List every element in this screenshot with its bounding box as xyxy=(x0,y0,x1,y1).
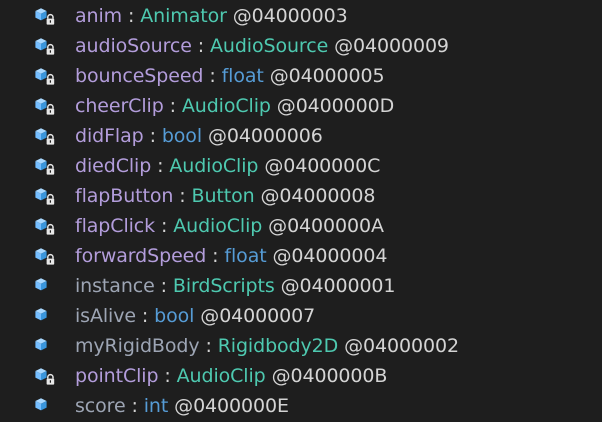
field-public-icon xyxy=(34,336,58,356)
field-private-icon xyxy=(34,96,58,116)
metadata-token: @04000005 xyxy=(263,65,385,87)
field-row-bounceSpeed[interactable]: bounceSpeed : float @04000005 xyxy=(0,61,602,91)
metadata-token: @04000002 xyxy=(338,335,459,357)
field-row-flapClick[interactable]: flapClick : AudioClip @0400000A xyxy=(0,211,602,241)
field-signature: instance : BirdScripts @04000001 xyxy=(75,271,396,301)
metadata-token: @0400000E xyxy=(168,395,289,417)
metadata-token: @04000008 xyxy=(254,185,376,207)
field-signature: score : int @0400000E xyxy=(75,391,289,421)
field-row-anim[interactable]: anim : Animator @04000003 xyxy=(0,1,602,31)
field-private-icon xyxy=(34,366,58,386)
field-private-icon xyxy=(34,246,58,266)
type-separator: : xyxy=(135,305,155,327)
field-name: isAlive xyxy=(75,305,136,327)
field-type: AudioClip xyxy=(176,365,266,387)
field-type: int xyxy=(143,395,169,417)
type-separator: : xyxy=(163,95,182,117)
type-separator: : xyxy=(173,185,192,207)
field-row-instance[interactable]: instance : BirdScripts @04000001 xyxy=(0,271,602,301)
field-type: AudioClip xyxy=(181,95,271,117)
field-type: float xyxy=(221,65,264,87)
type-separator: : xyxy=(122,5,141,27)
field-signature: didFlap : bool @04000006 xyxy=(75,121,323,151)
field-row-flapButton[interactable]: flapButton : Button @04000008 xyxy=(0,181,602,211)
type-separator: : xyxy=(143,125,162,147)
field-type: BirdScripts xyxy=(172,275,275,297)
field-signature: myRigidBody : Rigidbody2D @04000002 xyxy=(75,331,459,361)
type-separator: : xyxy=(203,65,222,87)
field-private-icon xyxy=(34,66,58,86)
field-row-forwardSpeed[interactable]: forwardSpeed : float @04000004 xyxy=(0,241,602,271)
field-name: instance xyxy=(75,275,155,297)
field-row-audioSource[interactable]: audioSource : AudioSource @04000009 xyxy=(0,31,602,61)
metadata-token: @0400000A xyxy=(262,215,384,237)
field-row-didFlap[interactable]: didFlap : bool @04000006 xyxy=(0,121,602,151)
field-row-diedClip[interactable]: diedClip : AudioClip @0400000C xyxy=(0,151,602,181)
field-type: bool xyxy=(161,125,203,147)
field-row-pointClip[interactable]: pointClip : AudioClip @0400000B xyxy=(0,361,602,391)
metadata-token: @04000006 xyxy=(202,125,323,147)
field-name: diedClip xyxy=(75,155,152,177)
type-separator: : xyxy=(154,275,173,297)
field-signature: audioSource : AudioSource @04000009 xyxy=(75,31,449,61)
field-name: anim xyxy=(75,5,123,27)
metadata-token: @0400000B xyxy=(265,365,388,387)
type-separator: : xyxy=(151,155,170,177)
metadata-token: @0400000C xyxy=(258,155,381,177)
field-type: AudioClip xyxy=(173,215,263,237)
field-type: Rigidbody2D xyxy=(217,335,339,357)
field-private-icon xyxy=(34,6,58,26)
field-name: flapClick xyxy=(75,215,156,237)
metadata-token: @0400000D xyxy=(270,95,395,117)
field-name: score xyxy=(75,395,126,417)
field-signature: flapButton : Button @04000008 xyxy=(75,181,375,211)
field-private-icon xyxy=(34,156,58,176)
field-signature: bounceSpeed : float @04000005 xyxy=(75,61,385,91)
type-separator: : xyxy=(191,35,210,57)
type-separator: : xyxy=(158,365,177,387)
field-row-cheerClip[interactable]: cheerClip : AudioClip @0400000D xyxy=(0,91,602,121)
field-public-icon xyxy=(34,306,58,326)
field-name: pointClip xyxy=(75,365,159,387)
field-signature: isAlive : bool @04000007 xyxy=(75,301,315,331)
metadata-token: @04000004 xyxy=(266,245,388,267)
field-row-myRigidBody[interactable]: myRigidBody : Rigidbody2D @04000002 xyxy=(0,331,602,361)
field-name: audioSource xyxy=(75,35,192,57)
field-type: float xyxy=(224,245,267,267)
field-signature: flapClick : AudioClip @0400000A xyxy=(75,211,384,241)
field-list: anim : Animator @04000003 audioSource : A… xyxy=(0,0,602,422)
field-name: flapButton xyxy=(75,185,174,207)
field-public-icon xyxy=(34,396,58,416)
field-type: AudioSource xyxy=(210,35,329,57)
metadata-token: @04000007 xyxy=(194,305,316,327)
field-type: AudioClip xyxy=(169,155,259,177)
field-name: myRigidBody xyxy=(75,335,200,357)
field-type: Animator xyxy=(140,5,227,27)
type-separator: : xyxy=(199,335,218,357)
metadata-token: @04000009 xyxy=(328,35,449,57)
type-separator: : xyxy=(206,245,225,267)
metadata-token: @04000001 xyxy=(274,275,396,297)
type-separator: : xyxy=(155,215,174,237)
field-private-icon xyxy=(34,36,58,56)
field-type: bool xyxy=(154,305,195,327)
field-name: didFlap xyxy=(75,125,144,147)
field-private-icon xyxy=(34,216,58,236)
field-signature: diedClip : AudioClip @0400000C xyxy=(75,151,380,181)
field-signature: pointClip : AudioClip @0400000B xyxy=(75,361,387,391)
type-separator: : xyxy=(125,395,144,417)
field-signature: forwardSpeed : float @04000004 xyxy=(75,241,387,271)
field-signature: anim : Animator @04000003 xyxy=(75,1,348,31)
field-private-icon xyxy=(34,186,58,206)
field-name: bounceSpeed xyxy=(75,65,204,87)
field-type: Button xyxy=(191,185,255,207)
metadata-token: @04000003 xyxy=(226,5,348,27)
field-name: forwardSpeed xyxy=(75,245,207,267)
field-row-isAlive[interactable]: isAlive : bool @04000007 xyxy=(0,301,602,331)
field-row-score[interactable]: score : int @0400000E xyxy=(0,391,602,421)
field-private-icon xyxy=(34,126,58,146)
field-public-icon xyxy=(34,276,58,296)
field-name: cheerClip xyxy=(75,95,164,117)
field-signature: cheerClip : AudioClip @0400000D xyxy=(75,91,394,121)
